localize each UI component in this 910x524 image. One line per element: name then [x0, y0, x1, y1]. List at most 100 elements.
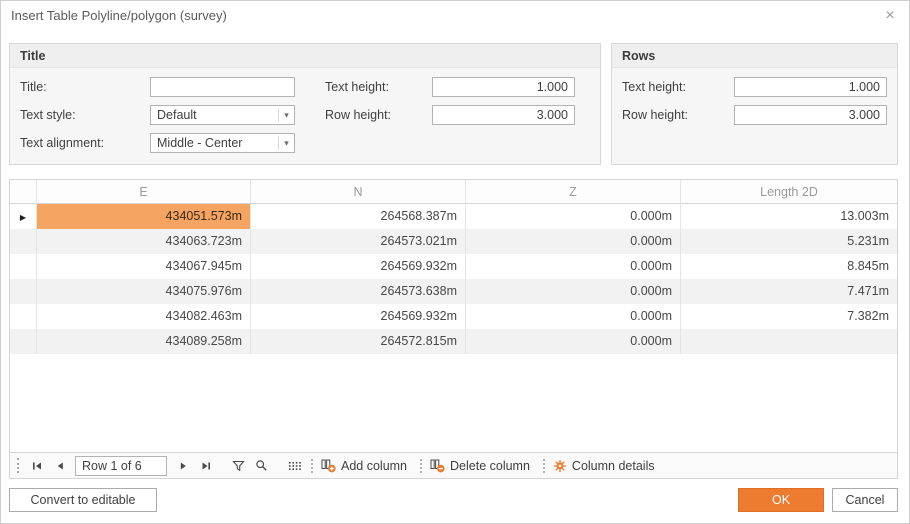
- first-row-button[interactable]: [25, 455, 48, 477]
- select-all-corner[interactable]: [10, 180, 37, 204]
- previous-row-button[interactable]: [48, 455, 71, 477]
- table-row: 434067.945m 264569.932m 0.000m 8.845m: [10, 254, 897, 279]
- rows-row-height-input[interactable]: [734, 105, 887, 125]
- text-style-dropdown[interactable]: Default ▾: [150, 105, 295, 125]
- rows-text-height-input[interactable]: [734, 77, 887, 97]
- table-cell[interactable]: 434067.945m: [37, 254, 251, 279]
- table-cell[interactable]: 434082.463m: [37, 304, 251, 329]
- table-row: 434082.463m 264569.932m 0.000m 7.382m: [10, 304, 897, 329]
- table-cell[interactable]: 264573.021m: [251, 229, 466, 254]
- chevron-down-icon: ▾: [278, 108, 294, 122]
- row-selector[interactable]: ▶: [10, 204, 37, 229]
- row-selector[interactable]: [10, 329, 37, 354]
- table-cell[interactable]: 0.000m: [466, 329, 681, 354]
- grid-view-button[interactable]: [283, 455, 306, 477]
- coordinates-table: E N Z Length 2D ▶ 434051.573m 264568.387…: [9, 179, 898, 453]
- rows-group: Rows Text height: Row height:: [611, 43, 898, 165]
- title-group-header: Title: [10, 44, 600, 68]
- table-cell[interactable]: 264573.638m: [251, 279, 466, 304]
- add-column-button[interactable]: Add column: [318, 455, 415, 477]
- row-indicator-input[interactable]: [75, 456, 167, 476]
- column-header-e[interactable]: E: [37, 180, 251, 204]
- cancel-button[interactable]: Cancel: [832, 488, 898, 512]
- row-selector[interactable]: [10, 279, 37, 304]
- column-header-z[interactable]: Z: [466, 180, 681, 204]
- filter-funnel-icon: [232, 460, 245, 472]
- column-header-length2d[interactable]: Length 2D: [681, 180, 897, 204]
- add-column-icon: [321, 459, 336, 473]
- table-cell[interactable]: 13.003m: [681, 204, 897, 229]
- table-header-row: E N Z Length 2D: [10, 180, 897, 204]
- insert-table-dialog: Insert Table Polyline/polygon (survey) ×…: [0, 0, 910, 524]
- text-alignment-label: Text alignment:: [20, 136, 150, 150]
- column-details-label: Column details: [572, 459, 655, 473]
- table-row: 434063.723m 264573.021m 0.000m 5.231m: [10, 229, 897, 254]
- delete-column-button[interactable]: Delete column: [427, 455, 538, 477]
- row-height-label: Row height:: [325, 108, 432, 122]
- row-selector[interactable]: [10, 254, 37, 279]
- add-column-label: Add column: [341, 459, 407, 473]
- grid-dots-icon: [288, 460, 301, 472]
- filter-button[interactable]: [227, 455, 250, 477]
- table-cell[interactable]: 7.471m: [681, 279, 897, 304]
- column-details-button[interactable]: Column details: [550, 455, 663, 477]
- current-row-marker-icon: ▶: [20, 213, 26, 222]
- table-cell-selected[interactable]: 434051.573m: [37, 204, 251, 229]
- chevron-down-icon: ▾: [278, 136, 294, 150]
- last-row-icon: [200, 460, 212, 472]
- table-row: ▶ 434051.573m 264568.387m 0.000m 13.003m: [10, 204, 897, 229]
- toolbar-grip-icon: [17, 458, 19, 473]
- table-toolbar: Add column Delete column: [9, 453, 898, 479]
- dialog-title: Insert Table Polyline/polygon (survey): [1, 1, 227, 31]
- table-cell[interactable]: 264568.387m: [251, 204, 466, 229]
- table-cell[interactable]: [681, 329, 897, 354]
- rows-text-height-label: Text height:: [622, 80, 734, 94]
- row-selector[interactable]: [10, 229, 37, 254]
- text-style-label: Text style:: [20, 108, 150, 122]
- title-label: Title:: [20, 80, 150, 94]
- convert-to-editable-button[interactable]: Convert to editable: [9, 488, 157, 512]
- table-cell[interactable]: 0.000m: [466, 254, 681, 279]
- table-cell[interactable]: 7.382m: [681, 304, 897, 329]
- delete-column-icon: [430, 459, 445, 473]
- title-input[interactable]: [150, 77, 295, 97]
- close-icon[interactable]: ×: [880, 6, 900, 26]
- table-cell[interactable]: 8.845m: [681, 254, 897, 279]
- text-height-label: Text height:: [325, 80, 432, 94]
- text-alignment-dropdown[interactable]: Middle - Center ▾: [150, 133, 295, 153]
- column-details-gear-icon: [553, 459, 567, 473]
- table-row: 434075.976m 264573.638m 0.000m 7.471m: [10, 279, 897, 304]
- rows-row-height-label: Row height:: [622, 108, 734, 122]
- table-cell[interactable]: 264569.932m: [251, 304, 466, 329]
- first-row-icon: [31, 460, 43, 472]
- ok-button[interactable]: OK: [738, 488, 824, 512]
- search-icon: [255, 459, 268, 472]
- text-style-value: Default: [151, 108, 278, 122]
- row-selector[interactable]: [10, 304, 37, 329]
- next-row-icon: [177, 460, 189, 472]
- table-cell[interactable]: 0.000m: [466, 279, 681, 304]
- table-cell[interactable]: 0.000m: [466, 204, 681, 229]
- title-group: Title Title: Text height: Text style: De…: [9, 43, 601, 165]
- row-height-input[interactable]: [432, 105, 575, 125]
- table-cell[interactable]: 264572.815m: [251, 329, 466, 354]
- toolbar-separator: [420, 459, 422, 473]
- table-cell[interactable]: 434089.258m: [37, 329, 251, 354]
- table-row: 434089.258m 264572.815m 0.000m: [10, 329, 897, 354]
- last-row-button[interactable]: [194, 455, 217, 477]
- text-alignment-value: Middle - Center: [151, 136, 278, 150]
- toolbar-separator: [311, 459, 313, 473]
- column-header-n[interactable]: N: [251, 180, 466, 204]
- previous-row-icon: [54, 460, 66, 472]
- text-height-input[interactable]: [432, 77, 575, 97]
- table-cell[interactable]: 5.231m: [681, 229, 897, 254]
- table-cell[interactable]: 0.000m: [466, 304, 681, 329]
- table-cell[interactable]: 434075.976m: [37, 279, 251, 304]
- table-cell[interactable]: 434063.723m: [37, 229, 251, 254]
- next-row-button[interactable]: [171, 455, 194, 477]
- toolbar-separator: [543, 459, 545, 473]
- table-cell[interactable]: 0.000m: [466, 229, 681, 254]
- search-button[interactable]: [250, 455, 273, 477]
- delete-column-label: Delete column: [450, 459, 530, 473]
- table-cell[interactable]: 264569.932m: [251, 254, 466, 279]
